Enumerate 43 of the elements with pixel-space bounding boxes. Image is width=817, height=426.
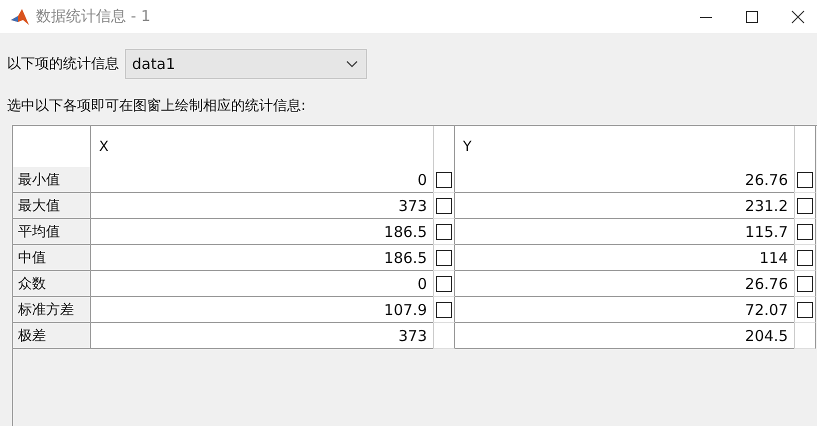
row-header: 中值 xyxy=(13,245,91,271)
checkbox[interactable] xyxy=(797,198,813,214)
row-header: 最小值 xyxy=(13,167,91,193)
table-cell: 373 xyxy=(91,323,433,349)
checkbox[interactable] xyxy=(797,302,813,318)
checkbox[interactable] xyxy=(436,250,452,266)
table-cell: 26.76 xyxy=(455,271,794,297)
table-cell: 373 xyxy=(91,193,433,219)
column-header: X xyxy=(91,126,433,167)
table-cell: 0 xyxy=(91,167,433,193)
dataset-dropdown[interactable]: data1 xyxy=(125,49,367,79)
checkbox[interactable] xyxy=(436,276,452,292)
table-cell: 231.2 xyxy=(455,193,794,219)
checkbox[interactable] xyxy=(436,224,452,240)
maximize-icon[interactable] xyxy=(745,10,759,24)
chevron-down-icon xyxy=(346,60,358,68)
table-cell: 186.5 xyxy=(91,219,433,245)
window-title: 数据统计信息 - 1 xyxy=(36,7,150,26)
table-cell: 0 xyxy=(91,271,433,297)
row-header: 众数 xyxy=(13,271,91,297)
row-header: 平均值 xyxy=(13,219,91,245)
table-cell: 115.7 xyxy=(455,219,794,245)
row-header: 最大值 xyxy=(13,193,91,219)
row-header: 标准方差 xyxy=(13,297,91,323)
checkbox[interactable] xyxy=(436,198,452,214)
table-cell: 204.5 xyxy=(455,323,794,349)
selector-label: 以下项的统计信息 xyxy=(7,55,119,73)
table-cell: 186.5 xyxy=(91,245,433,271)
checkbox[interactable] xyxy=(797,250,813,266)
table-cell: 72.07 xyxy=(455,297,794,323)
checkbox[interactable] xyxy=(436,302,452,318)
table-cell: 114 xyxy=(455,245,794,271)
table-cell: 26.76 xyxy=(455,167,794,193)
app-logo-icon xyxy=(10,8,30,26)
checkbox[interactable] xyxy=(436,172,452,188)
row-header: 极差 xyxy=(13,323,91,349)
close-icon[interactable] xyxy=(791,10,805,24)
checkbox[interactable] xyxy=(797,276,813,292)
table-cell: 107.9 xyxy=(91,297,433,323)
column-header: Y xyxy=(455,126,794,167)
instruction-text: 选中以下各项即可在图窗上绘制相应的统计信息: xyxy=(7,97,307,115)
checkbox[interactable] xyxy=(797,224,813,240)
checkbox[interactable] xyxy=(797,172,813,188)
